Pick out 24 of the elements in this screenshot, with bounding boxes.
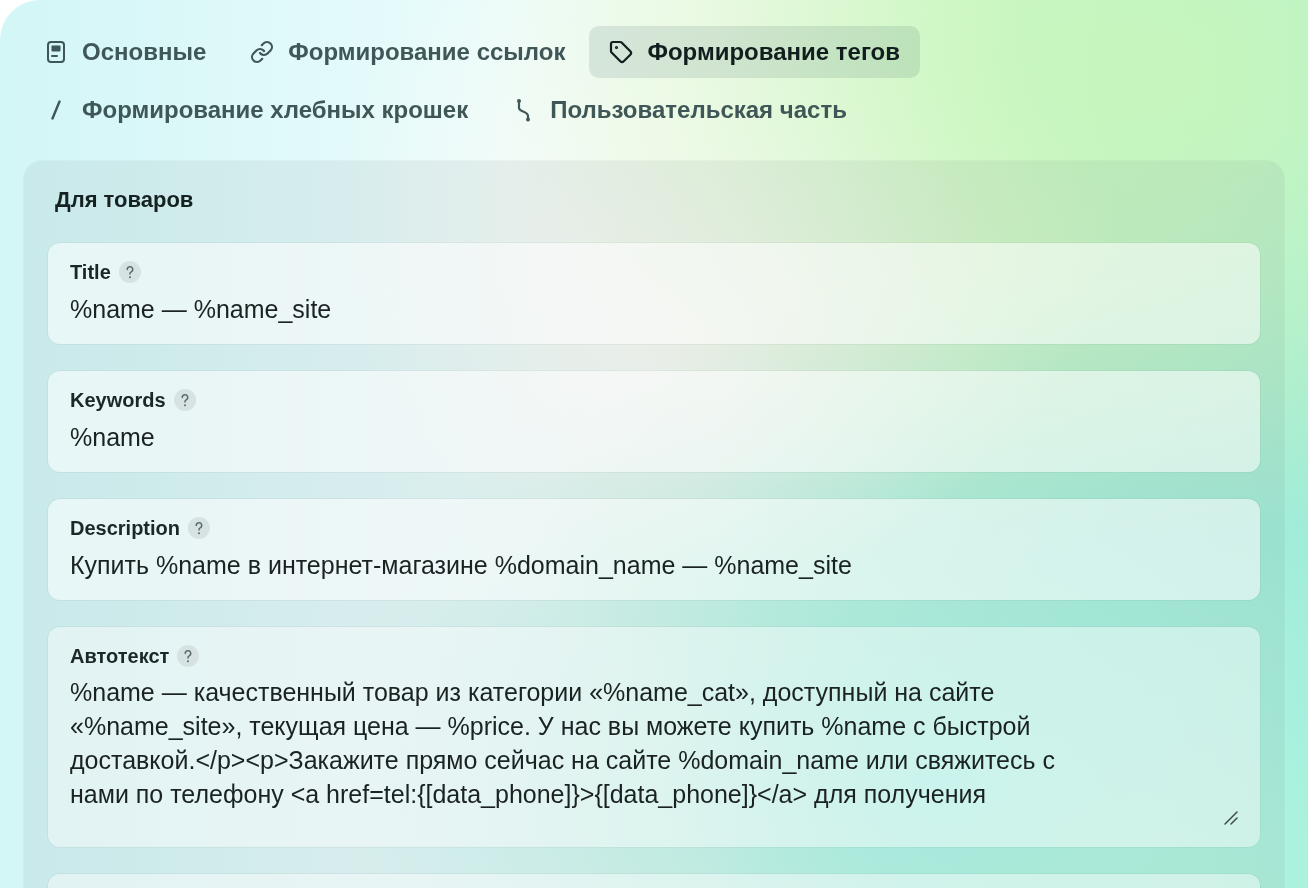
text-field[interactable]: Купить %name в интернет-магазине %domain_name — %name_site bbox=[70, 548, 1238, 582]
tab[interactable]: Основные bbox=[24, 26, 227, 78]
document-icon bbox=[47, 41, 65, 63]
textarea-field[interactable]: %name — качественный товар из категории «%name_cat», доступный на сайте «%name_site», текущая цена — %price. У нас вы можете купить %name с быстрой доставкой.</p><p>Закажите прямо сейчас на сайте %domain_name или свяжитесь с нами по телефону <a href=tel:{[data_phone]}>{[data_phone]}</a> для получения bbox=[70, 675, 1238, 831]
tab[interactable]: Формирование тегов bbox=[589, 26, 920, 78]
tab[interactable]: Пользовательская часть bbox=[492, 84, 867, 136]
slash-icon bbox=[51, 100, 61, 120]
resize-handle-icon[interactable] bbox=[1224, 811, 1238, 825]
help-icon[interactable] bbox=[118, 261, 141, 283]
field-label: Title bbox=[70, 260, 111, 285]
text-field[interactable]: %name — %name_site bbox=[70, 292, 1238, 326]
text-field[interactable]: %name bbox=[70, 420, 1238, 454]
help-icon[interactable] bbox=[188, 517, 211, 539]
link-icon bbox=[250, 40, 275, 64]
field-label: Keywords bbox=[70, 388, 166, 413]
path-icon bbox=[516, 98, 533, 122]
field-label: Description bbox=[70, 516, 181, 541]
tag-icon bbox=[609, 40, 634, 64]
tab[interactable]: Формирование ссылок bbox=[230, 26, 586, 78]
field-label: Автотекст bbox=[70, 644, 170, 669]
panel-title: Для товаров bbox=[54, 186, 195, 214]
tab[interactable]: Формирование хлебных крошек bbox=[24, 84, 489, 136]
help-icon[interactable] bbox=[173, 389, 196, 411]
help-icon[interactable] bbox=[177, 645, 200, 667]
